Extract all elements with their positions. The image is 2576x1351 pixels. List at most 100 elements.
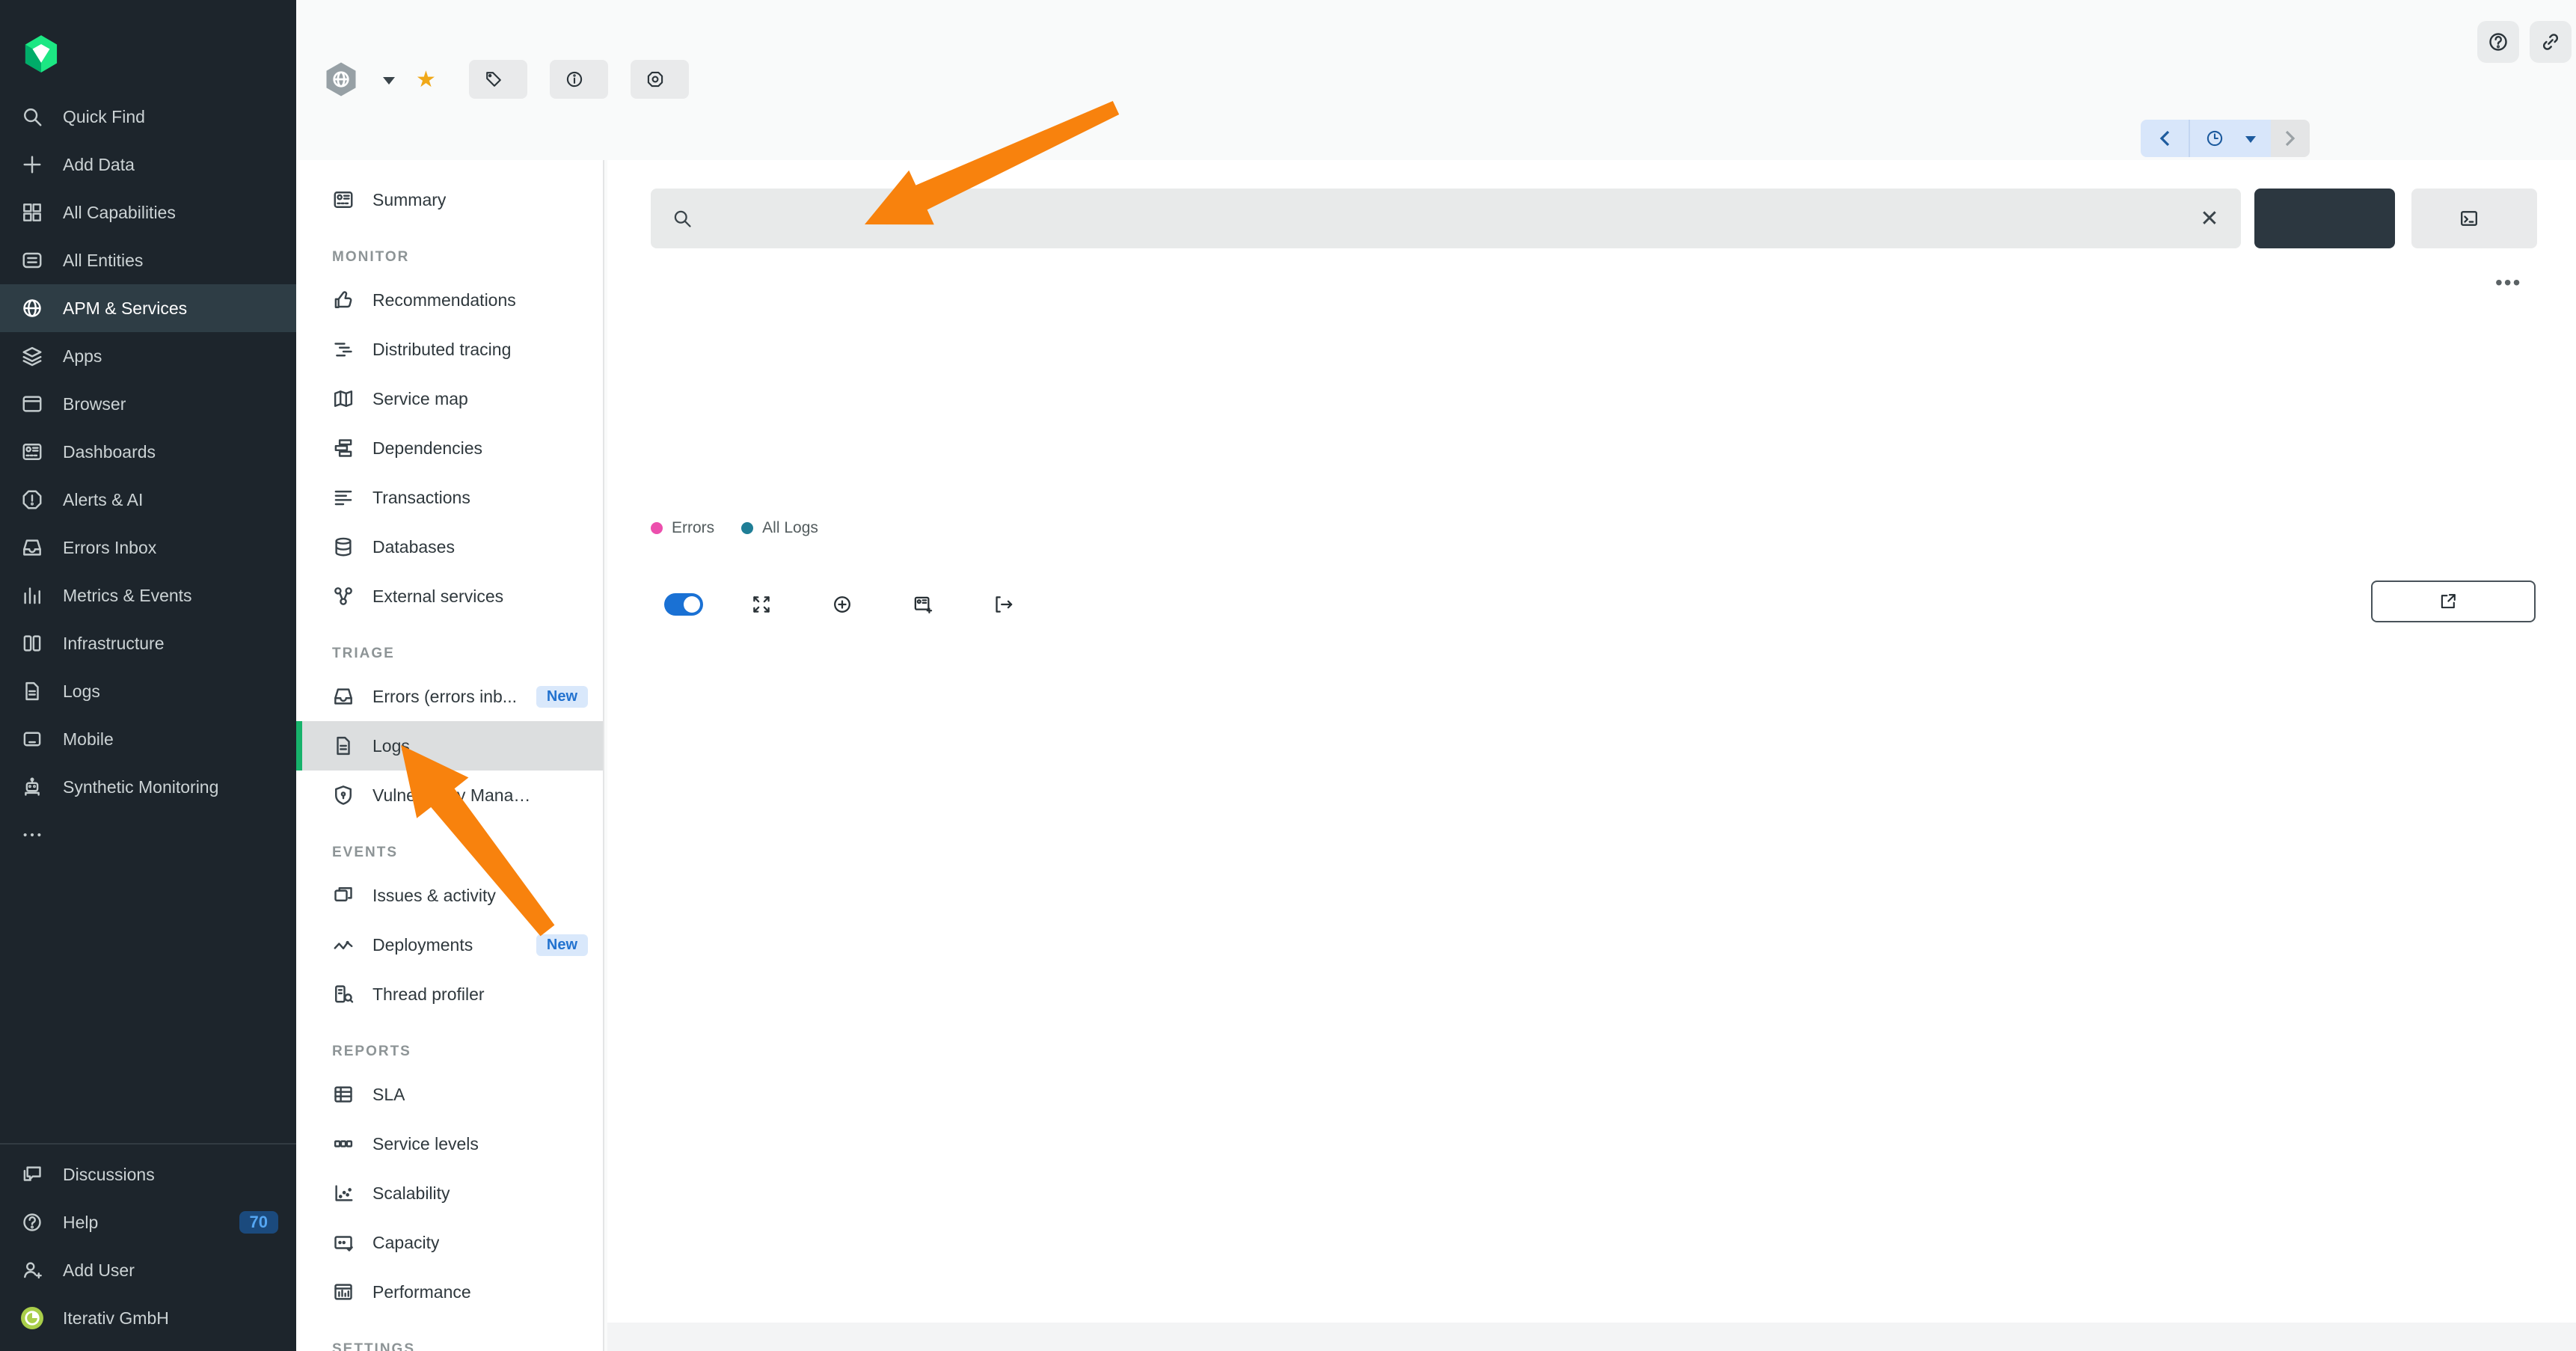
entity-dropdown-chevron-icon[interactable] <box>383 77 395 85</box>
infra-icon <box>21 632 43 655</box>
sidebar-item-infrastructure[interactable]: Infrastructure <box>0 619 296 667</box>
question-icon <box>2487 31 2509 53</box>
panel-menu-icon[interactable]: ••• <box>2495 271 2521 295</box>
sidebar-item-logs[interactable]: Logs <box>0 667 296 715</box>
subnav-item-label: Service map <box>372 389 468 409</box>
subnav-item-dependencies[interactable]: Dependencies <box>296 423 603 473</box>
metadata-button[interactable] <box>550 60 608 99</box>
levels-icon <box>332 1133 355 1155</box>
subnav-item-recommendations[interactable]: Recommendations <box>296 275 603 325</box>
sidebar-item-label: Quick Find <box>63 107 145 127</box>
open-in-logs-button[interactable] <box>2371 580 2536 622</box>
time-chevron-down-icon <box>2245 136 2256 143</box>
query-logs-button[interactable] <box>2254 189 2395 248</box>
thumbs-icon <box>332 289 355 311</box>
new-relic-logo[interactable] <box>0 0 296 84</box>
subnav-item-transactions[interactable]: Transactions <box>296 473 603 522</box>
sidebar-footer-iterativ-gmbh[interactable]: Iterativ GmbH <box>0 1294 296 1342</box>
add-column-button[interactable] <box>832 594 865 615</box>
sidebar-item-mobile[interactable]: Mobile <box>0 715 296 763</box>
copy-link-button[interactable] <box>2530 21 2572 63</box>
export-button[interactable] <box>993 594 1026 615</box>
sidebar-item-dashboards[interactable]: Dashboards <box>0 428 296 476</box>
sidebar-item-label: Errors Inbox <box>63 538 156 558</box>
subnav-item-service-map[interactable]: Service map <box>296 374 603 423</box>
logs-panel: ✕ ••• Errors All Logs <box>607 160 2576 1323</box>
bottom-strip <box>607 1323 2576 1351</box>
sidebar-item-synthetic-monitoring[interactable]: Synthetic Monitoring <box>0 763 296 811</box>
subnav-item-label: Scalability <box>372 1183 450 1204</box>
clear-search-button[interactable]: ✕ <box>2187 196 2232 241</box>
subnav-item-distributed-tracing[interactable]: Distributed tracing <box>296 325 603 374</box>
subnav-item-issues-activity[interactable]: Issues & activity <box>296 871 603 920</box>
subnav-item-label: Databases <box>372 537 455 557</box>
sidebar-footer-add-user[interactable]: Add User <box>0 1246 296 1294</box>
link-icon <box>2539 31 2562 53</box>
subnav-item-performance[interactable]: Performance <box>296 1267 603 1317</box>
time-picker[interactable] <box>2141 120 2310 157</box>
subnav-section-reports: REPORTS <box>296 1034 603 1070</box>
sidebar-item-label: Browser <box>63 394 126 414</box>
help-button[interactable] <box>2477 21 2519 63</box>
legend-item-all-logs[interactable]: All Logs <box>741 519 818 537</box>
perf-icon <box>332 1281 355 1303</box>
subnav-item-label: Performance <box>372 1282 471 1302</box>
subnav-item-logs[interactable]: Logs <box>296 721 603 771</box>
subnav-item-deployments[interactable]: DeploymentsNew <box>296 920 603 969</box>
sidebar-item-errors-inbox[interactable]: Errors Inbox <box>0 524 296 572</box>
subnav-item-label: Summary <box>372 190 446 210</box>
time-range-selector[interactable] <box>2190 120 2271 157</box>
tags-button[interactable] <box>469 60 527 99</box>
sidebar-item-all-capabilities[interactable]: All Capabilities <box>0 189 296 236</box>
cap-icon <box>332 1231 355 1254</box>
metrics-icon <box>21 584 43 607</box>
subnav-section-events: EVENTS <box>296 835 603 871</box>
expand-table-button[interactable] <box>751 594 784 615</box>
legend-item-errors[interactable]: Errors <box>651 519 714 537</box>
sidebar-item-add-data[interactable]: Add Data <box>0 141 296 189</box>
sidebar-item-more[interactable] <box>0 811 296 859</box>
user-plus-icon <box>21 1259 43 1281</box>
sidebar-item-alerts-ai[interactable]: Alerts & AI <box>0 476 296 524</box>
sidebar-footer-help[interactable]: Help70 <box>0 1198 296 1246</box>
subnav-item-label: Issues & activity <box>372 886 496 906</box>
subnav-item-sla[interactable]: SLA <box>296 1070 603 1119</box>
sidebar-item-all-entities[interactable]: All Entities <box>0 236 296 284</box>
time-back-button[interactable] <box>2141 120 2190 157</box>
legend-label: All Logs <box>762 519 818 537</box>
subnav-item-errors-errors-inb[interactable]: Errors (errors inb...New <box>296 672 603 721</box>
sidebar-item-browser[interactable]: Browser <box>0 380 296 428</box>
subnav-item-vulnerability-management[interactable]: Vulnerability Management <box>296 771 603 820</box>
external-link-icon <box>2438 592 2458 611</box>
log-search-bar[interactable]: ✕ <box>651 189 2241 248</box>
workloads-button[interactable] <box>631 60 689 99</box>
subnav-item-thread-profiler[interactable]: Thread profiler <box>296 969 603 1019</box>
time-forward-button[interactable] <box>2271 120 2310 157</box>
inbox-icon <box>21 536 43 559</box>
subnav-item-summary[interactable]: Summary <box>296 175 603 224</box>
sidebar-item-apm-services[interactable]: APM & Services <box>0 284 296 332</box>
subnav-item-service-levels[interactable]: Service levels <box>296 1119 603 1168</box>
clock-icon <box>2205 129 2224 148</box>
layers-icon <box>21 345 43 367</box>
sidebar-item-apps[interactable]: Apps <box>0 332 296 380</box>
sidebar-footer-label: Discussions <box>63 1165 155 1185</box>
robot-icon <box>21 776 43 798</box>
sidebar-footer-discussions[interactable]: Discussions <box>0 1151 296 1198</box>
toggle-on-icon[interactable] <box>664 593 703 616</box>
subnav-item-scalability[interactable]: Scalability <box>296 1168 603 1218</box>
sidebar-footer-label: Iterativ GmbH <box>63 1308 169 1329</box>
subnav-item-databases[interactable]: Databases <box>296 522 603 572</box>
subnav-item-capacity[interactable]: Capacity <box>296 1218 603 1267</box>
add-to-dashboard-button[interactable] <box>913 594 945 615</box>
dashboard-icon <box>21 441 43 463</box>
sidebar-item-metrics-events[interactable]: Metrics & Events <box>0 572 296 619</box>
nrql-button[interactable] <box>2411 189 2537 248</box>
subnav-item-external-services[interactable]: External services <box>296 572 603 621</box>
sidebar-item-quick-find[interactable]: Quick Find <box>0 93 296 141</box>
doc-icon <box>332 735 355 757</box>
expand-logs-toggle[interactable] <box>652 593 703 616</box>
sidebar-item-label: APM & Services <box>63 298 187 319</box>
favorite-star-icon[interactable]: ★ <box>416 67 436 93</box>
thread-icon <box>332 983 355 1005</box>
